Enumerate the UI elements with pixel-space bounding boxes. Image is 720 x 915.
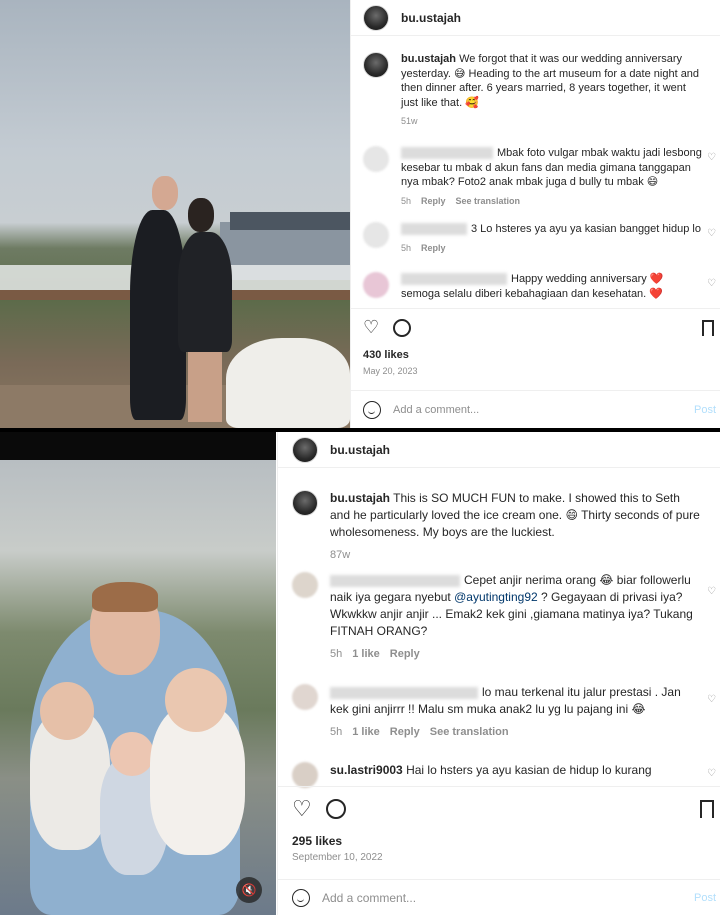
comment-like-icon[interactable]: ♡ xyxy=(707,228,716,239)
comment-row: Cepet anjir nerima orang 😂 biar follower… xyxy=(278,572,720,663)
user-avatar[interactable] xyxy=(292,436,318,463)
commenter-username[interactable] xyxy=(401,223,467,236)
heart-icon[interactable]: ♡ xyxy=(363,317,379,338)
reply-button[interactable]: Reply xyxy=(390,724,420,741)
mention-link[interactable]: @ayutingting92 xyxy=(454,590,538,604)
post-header: bu.ustajah xyxy=(278,432,720,468)
comment-icon[interactable] xyxy=(393,318,412,337)
woman-legs xyxy=(188,352,222,422)
see-translation-button[interactable]: See translation xyxy=(456,194,521,209)
post-date: September 10, 2022 xyxy=(292,852,383,863)
caption-username[interactable]: bu.ustajah xyxy=(401,53,456,65)
comment-likes[interactable]: 1 like xyxy=(352,646,380,663)
commenter-avatar[interactable] xyxy=(292,762,318,788)
caption-row: bu.ustajah We forgot that it was our wed… xyxy=(351,52,720,129)
comment-like-icon[interactable]: ♡ xyxy=(707,152,716,163)
comment-row: su.lastri9003 Hai lo hsters ya ayu kasia… xyxy=(278,762,720,788)
emoji-icon[interactable] xyxy=(363,400,381,419)
caption-username[interactable]: bu.ustajah xyxy=(330,491,390,505)
comment-row: 3 Lo hsteres ya ayu ya kasian bangget hi… xyxy=(351,222,720,255)
post-date: May 20, 2023 xyxy=(363,366,418,376)
comment-time: 5h xyxy=(401,242,412,253)
reply-button[interactable]: Reply xyxy=(421,241,446,256)
post-button[interactable]: Post xyxy=(694,892,716,904)
post-2-video[interactable]: 🔇 xyxy=(0,432,276,915)
post-header: bu.ustajah xyxy=(351,0,720,36)
post-2-side-panel: bu.ustajah bu.ustajah This is SO MUCH FU… xyxy=(277,432,720,915)
post-1: bu.ustajah bu.ustajah We forgot that it … xyxy=(0,0,720,428)
comment-icon[interactable] xyxy=(325,798,346,819)
comment-time: 5h xyxy=(401,195,412,206)
commenter-username[interactable] xyxy=(330,574,460,587)
caption-age: 87w xyxy=(330,549,351,561)
action-bar: ♡ xyxy=(351,308,720,346)
comment-like-icon[interactable]: ♡ xyxy=(707,586,716,597)
commenter-avatar[interactable] xyxy=(363,272,389,298)
comment-time: 5h xyxy=(330,726,343,738)
add-comment-input[interactable]: Add a comment... xyxy=(322,891,694,905)
post-1-photo[interactable] xyxy=(0,0,350,428)
add-comment-input[interactable]: Add a comment... xyxy=(393,404,694,416)
man-head xyxy=(152,176,178,210)
emoji-icon[interactable] xyxy=(292,888,310,907)
add-comment-bar: Add a comment... Post xyxy=(351,390,720,428)
comment-likes[interactable]: 1 like xyxy=(352,724,380,741)
likes-count[interactable]: 295 likes xyxy=(292,834,342,848)
header-username[interactable]: bu.ustajah xyxy=(401,11,461,25)
woman-head xyxy=(188,198,214,232)
toddler-left-head xyxy=(40,682,94,740)
toddler-right-head xyxy=(165,668,227,732)
woman-figure xyxy=(178,232,232,352)
man-hair xyxy=(92,582,158,612)
comment-row: lo mau terkenal itu jalur prestasi . Jan… xyxy=(278,684,720,741)
heart-icon[interactable]: ♡ xyxy=(292,796,312,822)
comment-like-icon[interactable]: ♡ xyxy=(707,694,716,705)
roof-shape xyxy=(230,212,350,230)
caption-row: bu.ustajah This is SO MUCH FUN to make. … xyxy=(278,490,720,564)
add-comment-bar: Add a comment... Post xyxy=(278,879,720,915)
comment-row: Mbak foto vulgar mbak waktu jadi lesbong… xyxy=(351,146,720,208)
dog-figure xyxy=(226,338,350,428)
commenter-username[interactable] xyxy=(330,686,478,699)
comment-row: Happy wedding anniversary ❤️ semoga sela… xyxy=(351,272,720,301)
caption-age: 51w xyxy=(401,116,418,126)
commenter-avatar[interactable] xyxy=(292,684,318,710)
bookmark-icon[interactable] xyxy=(700,799,714,818)
header-username[interactable]: bu.ustajah xyxy=(330,443,390,457)
post-2: 🔇 bu.ustajah bu.ustajah This is SO MUCH … xyxy=(0,432,720,915)
reply-button[interactable]: Reply xyxy=(390,646,420,663)
action-bar: ♡ xyxy=(278,786,720,830)
mute-icon[interactable]: 🔇 xyxy=(236,877,262,903)
comment-like-icon[interactable]: ♡ xyxy=(707,768,716,779)
baby-head xyxy=(110,732,154,776)
commenter-username[interactable]: su.lastri9003 xyxy=(330,763,403,777)
commenter-avatar[interactable] xyxy=(363,222,389,248)
commenter-avatar[interactable] xyxy=(292,572,318,598)
comment-time: 5h xyxy=(330,648,343,660)
user-avatar[interactable] xyxy=(363,4,389,31)
commenter-username[interactable] xyxy=(401,273,507,286)
caption-avatar[interactable] xyxy=(363,52,389,78)
commenter-username[interactable] xyxy=(401,147,493,160)
reply-button[interactable]: Reply xyxy=(421,194,446,209)
bookmark-icon[interactable] xyxy=(702,319,714,336)
post-button[interactable]: Post xyxy=(694,404,716,416)
comment-text: 3 Lo hsteres ya ayu ya kasian bangget hi… xyxy=(471,223,701,235)
caption-avatar[interactable] xyxy=(292,490,318,516)
comment-like-icon[interactable]: ♡ xyxy=(707,278,716,289)
likes-count[interactable]: 430 likes xyxy=(363,349,409,361)
see-translation-button[interactable]: See translation xyxy=(430,724,509,741)
comment-text: Hai lo hsters ya ayu kasian de hidup lo … xyxy=(406,763,652,777)
post-1-side-panel: bu.ustajah bu.ustajah We forgot that it … xyxy=(350,0,720,428)
video-frame xyxy=(0,460,276,915)
commenter-avatar[interactable] xyxy=(363,146,389,172)
